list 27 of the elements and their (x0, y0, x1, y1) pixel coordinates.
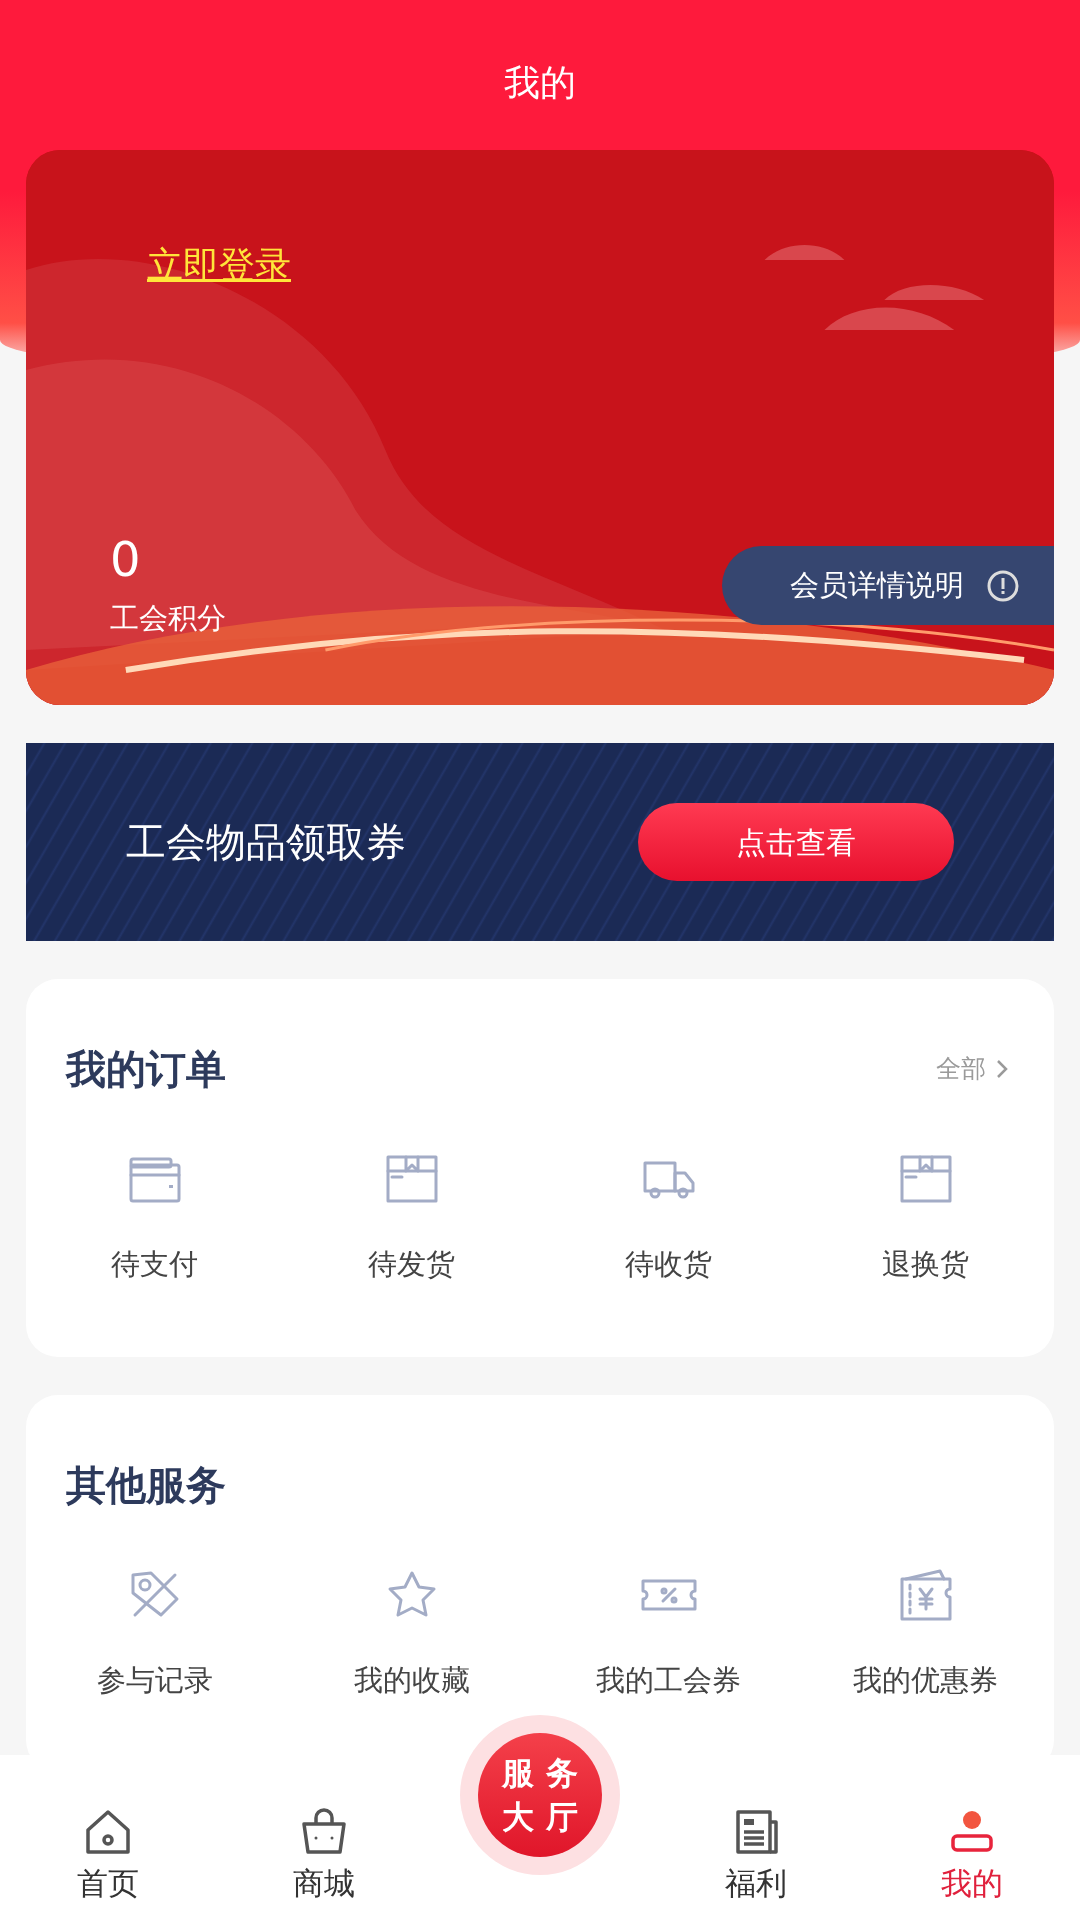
points-label: 工会积分 (110, 600, 226, 637)
tab-bar-item[interactable]: 首页 (0, 1805, 216, 1906)
service-hall-button[interactable]: 服 务 大 厅 (460, 1715, 620, 1875)
service-hall-character: 厅 (546, 1801, 578, 1833)
view-button[interactable]: 点击查看 (638, 803, 954, 881)
points-value: 0 (110, 535, 142, 583)
tab-bar-item[interactable]: 商城 (216, 1805, 432, 1906)
order-status-item[interactable]: 待发货 (283, 1149, 540, 1287)
service-item[interactable]: 我的优惠券 (797, 1564, 1054, 1702)
service-hall-character: 大 (502, 1801, 534, 1833)
service-item[interactable]: 参与记录 (26, 1564, 283, 1702)
service-hall-character: 务 (546, 1757, 578, 1789)
tab-bar-item[interactable]: 福利 (648, 1805, 864, 1906)
member-details-button[interactable]: 会员详情说明 (722, 546, 1054, 625)
order-status-item[interactable]: 待支付 (26, 1149, 283, 1287)
login-link[interactable]: 立即登录 (147, 238, 291, 292)
page-title: 我的 (503, 61, 577, 105)
section-title: 其他服务 (66, 1460, 226, 1510)
order-status-item[interactable]: 退换货 (797, 1149, 1054, 1287)
order-status-item[interactable]: 待收货 (540, 1149, 797, 1287)
banner-title: 工会物品领取券 (126, 818, 406, 867)
service-item[interactable]: 我的收藏 (283, 1564, 540, 1702)
section-title: 我的订单 (66, 1045, 226, 1094)
service-hall-character: 服 (502, 1757, 534, 1789)
tab-bar-item[interactable]: 我的 (864, 1805, 1080, 1906)
info-icon (986, 568, 1020, 603)
service-item[interactable]: 我的工会券 (540, 1564, 797, 1702)
